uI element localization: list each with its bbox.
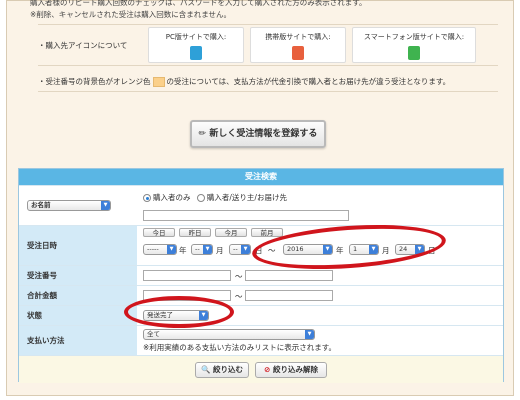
purchase-icon-legend: ・購入先アイコンについて PC版サイトで購入: 携帯版サイトで購入: スマートフ… [38, 24, 498, 66]
status-select[interactable]: 発送完了 ▼ [143, 310, 209, 321]
chevron-down-icon: ▼ [241, 245, 250, 254]
radio-group: 購入者のみ 購入者/送り主/お届け先 [143, 192, 287, 203]
chevron-down-icon: ▼ [415, 245, 424, 254]
name-input[interactable] [143, 210, 349, 221]
radio-buyer-or-shipping[interactable] [196, 194, 205, 202]
search-button[interactable]: 🔍 絞り込む [195, 362, 249, 378]
mobile-purchase-legend: 携帯版サイトで購入: [250, 27, 346, 63]
orange-swatch [152, 77, 165, 87]
chevron-down-icon: ▼ [101, 201, 110, 210]
payment-row: 支払い方法 全て ▼ ※利用実績のある支払い方法のみリストに表示されます。 [19, 325, 503, 355]
order-number-row: 受注番号 〜 [19, 265, 503, 285]
from-day-select[interactable]: -- ▼ [229, 244, 251, 255]
mobile-site-icon [292, 46, 304, 60]
payment-select[interactable]: 全て ▼ [143, 329, 315, 340]
icon-legend-label: ・購入先アイコンについて [38, 41, 128, 50]
last-month-button[interactable]: 前月 [251, 228, 283, 237]
smartphone-site-icon [408, 46, 420, 60]
pc-purchase-legend: PC版サイトで購入: [148, 27, 244, 63]
from-month-select[interactable]: -- ▼ [191, 244, 213, 255]
chevron-down-icon: ▼ [323, 245, 332, 254]
total-to-input[interactable] [245, 290, 333, 301]
order-number-from-input[interactable] [143, 270, 231, 281]
chevron-down-icon: ▼ [369, 245, 378, 254]
search-icon: 🔍 [201, 365, 211, 374]
yesterday-button[interactable]: 昨日 [179, 228, 211, 237]
note-line-1: 購入者様のリピート購入回数のチェックは、パスワードを入力して購入された方のみ表示… [30, 0, 367, 7]
chevron-down-icon: ▼ [305, 330, 314, 339]
chevron-down-icon: ▼ [203, 245, 212, 254]
from-year-select[interactable]: ----- ▼ [143, 244, 177, 255]
status-row: 状態 発送完了 ▼ [19, 305, 503, 325]
payment-note: ※利用実績のある支払い方法のみリストに表示されます。 [143, 343, 337, 352]
chevron-down-icon: ▼ [167, 245, 176, 254]
smartphone-purchase-legend: スマートフォン版サイトで購入: [352, 27, 476, 63]
note-line-2: ※削除、キャンセルされた受注は購入回数に含まれません。 [30, 10, 232, 19]
name-row: お名前 ▼ 購入者のみ 購入者/送り主/お届け先 [19, 185, 503, 225]
this-month-button[interactable]: 今月 [215, 228, 247, 237]
payment-label: 支払い方法 [19, 326, 137, 355]
order-number-label: 受注番号 [19, 266, 137, 285]
to-month-select[interactable]: 1 ▼ [349, 244, 379, 255]
orange-background-footnote: ・受注番号の背景色がオレンジ色 の受注については、支払方法が代金引換で購入者とお届… [38, 70, 498, 92]
no-entry-icon: ⊘ [264, 365, 271, 374]
order-number-to-input[interactable] [245, 270, 333, 281]
search-actions: 🔍 絞り込む ⊘ 絞り込み解除 [19, 355, 503, 383]
to-year-select[interactable]: 2016 ▼ [283, 244, 333, 255]
name-type-select[interactable]: お名前 ▼ [27, 200, 111, 211]
clear-filter-button[interactable]: ⊘ 絞り込み解除 [255, 362, 327, 378]
order-date-label: 受注日時 [19, 226, 137, 265]
order-search-panel: 受注検索 お名前 ▼ 購入者のみ 購入者/送り主/お届け先 受注日時 今日 昨日 … [18, 168, 504, 383]
panel-title: 受注検索 [19, 169, 503, 185]
to-day-select[interactable]: 24 ▼ [395, 244, 425, 255]
total-from-input[interactable] [143, 290, 231, 301]
today-button[interactable]: 今日 [143, 228, 175, 237]
total-amount-row: 合計金額 〜 [19, 285, 503, 305]
order-date-row: 受注日時 今日 昨日 今月 前月 ----- ▼ 年 -- ▼ 月 -- ▼ 日 〜 … [19, 225, 503, 265]
chevron-down-icon: ▼ [199, 311, 208, 320]
total-amount-label: 合計金額 [19, 286, 137, 305]
status-label: 状態 [19, 306, 137, 325]
pencil-icon: ✏ [198, 129, 207, 139]
register-order-button[interactable]: ✏ 新しく受注情報を登録する [190, 120, 326, 148]
pc-site-icon [190, 46, 202, 60]
radio-buyer-only[interactable] [143, 194, 151, 202]
